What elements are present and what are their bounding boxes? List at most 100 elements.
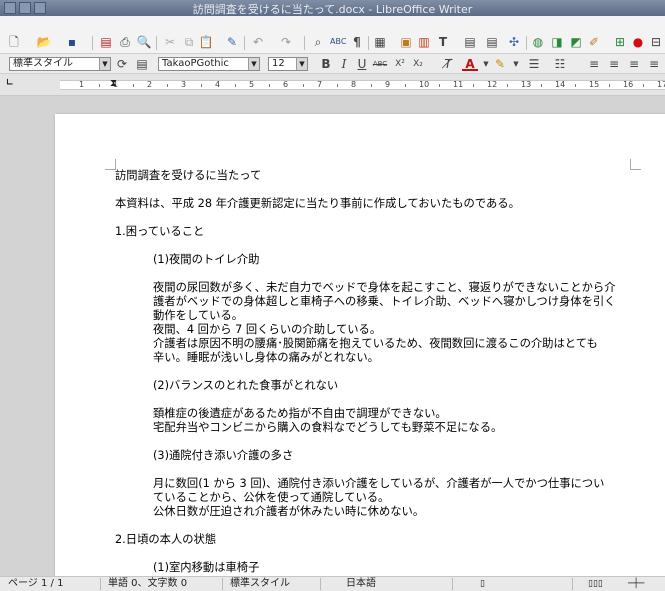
paragraph[interactable]: (2)バランスのとれた食事がとれない — [115, 379, 635, 393]
draw-functions-icon[interactable]: ✐ — [586, 34, 602, 50]
chevron-down-icon[interactable]: ▼ — [99, 58, 110, 70]
paragraph[interactable]: 夜間、4 回から 7 回くらいの介助している。 — [115, 323, 635, 337]
empty-paragraph[interactable] — [115, 239, 635, 253]
paragraph[interactable]: 介護者は原因不明の腰痛･股関節痛を抱えているため、夜間数回に渡るこの介助はとても — [115, 337, 635, 351]
macro-icon[interactable]: ⊞ — [612, 34, 628, 50]
empty-paragraph[interactable] — [115, 393, 635, 407]
ruler-number: 12 — [487, 80, 498, 89]
justify-icon[interactable]: ≡ — [646, 56, 662, 72]
empty-paragraph[interactable] — [115, 183, 635, 197]
word-count[interactable]: 単語 0、文字数 0 — [108, 577, 187, 591]
paragraph[interactable]: 頚椎症の後遺症があるため指が不自由で調理ができない。 — [115, 407, 635, 421]
insert-field-icon[interactable]: ▤ — [462, 34, 478, 50]
more-tools-icon[interactable]: ⊟ — [648, 34, 664, 50]
hyperlink-icon[interactable]: ◍ — [530, 34, 546, 50]
empty-paragraph[interactable] — [115, 547, 635, 561]
empty-paragraph[interactable] — [115, 463, 635, 477]
page-count[interactable]: ページ 1 / 1 — [8, 577, 63, 591]
ruler-number: 16 — [623, 80, 634, 89]
align-left-icon[interactable]: ≡ — [586, 56, 602, 72]
export-pdf-icon[interactable]: ▤ — [98, 34, 114, 50]
document-page[interactable]: 訪問調査を受けるに当たって 本資料は、平成 28 年介護更新認定に当たり事前に作成… — [55, 114, 665, 576]
italic-button[interactable]: I — [336, 56, 352, 72]
paste-icon[interactable]: 📋 — [198, 34, 214, 50]
empty-paragraph[interactable] — [115, 365, 635, 379]
table-icon[interactable]: ▦ — [372, 34, 388, 50]
subscript-icon[interactable]: X₂ — [410, 56, 426, 72]
horizontal-ruler[interactable]: ∟ 1 1 2 3 4 5 6 7 8 9 10 11 12 13 14 15 16 17 ⧗ — [0, 74, 665, 96]
highlight-icon[interactable]: ✎ — [492, 56, 508, 72]
chevron-down-icon[interactable]: ▼ — [508, 56, 524, 72]
font-color-button[interactable]: A — [462, 56, 478, 71]
empty-paragraph[interactable] — [115, 267, 635, 281]
paragraph[interactable]: 護者がベッドでの身体超しと車椅子への移乗、トイレ介助、ベッドへ寝かしつけ身体を引… — [115, 295, 635, 309]
paragraph[interactable]: 2.日頃の本人の状態 — [115, 533, 635, 547]
view-layout-icon[interactable]: ▯▯▯ — [588, 577, 603, 591]
numbered-list-icon[interactable]: ☷ — [552, 56, 568, 72]
open-icon[interactable]: 📂 — [36, 34, 52, 50]
empty-paragraph[interactable] — [115, 519, 635, 533]
print-preview-icon[interactable]: 🔍 — [136, 34, 152, 50]
track-changes-icon[interactable]: ◩ — [568, 34, 584, 50]
paragraph[interactable]: 夜間の尿回数が多く、未だ自力でベッドで身体を起こすこと、寝返りができないことから… — [115, 281, 635, 295]
underline-button[interactable]: U — [354, 56, 370, 72]
ruler-number: 7 — [317, 80, 323, 89]
formatting-marks-icon[interactable]: ¶ — [349, 34, 365, 50]
chevron-down-icon[interactable]: ▼ — [296, 58, 307, 70]
language[interactable]: 日本語 — [346, 577, 376, 591]
find-replace-icon[interactable]: ⌕ — [310, 34, 326, 50]
paragraph[interactable]: 宅配弁当やコンビニから購入の食料なでどうしても野菜不足になる。 — [115, 421, 635, 435]
cut-icon[interactable]: ✂ — [162, 34, 178, 50]
empty-paragraph[interactable] — [115, 435, 635, 449]
document-modified-icon[interactable]: ▯ — [480, 577, 485, 591]
paragraph-style-select[interactable]: 標準スタイル ▼ — [9, 57, 111, 71]
strikethrough-button[interactable]: ABC — [372, 56, 388, 72]
navigator-icon[interactable]: ✣ — [506, 34, 522, 50]
indent-marker-icon[interactable]: ⧗ — [110, 78, 117, 89]
paragraph[interactable]: 月に数回(1 から 3 回)、通院付き添い介護をしているが、介護者が一人でかつ仕… — [115, 477, 635, 491]
clear-formatting-icon[interactable]: T̸ — [440, 56, 456, 72]
paragraph[interactable]: 辛い。睡眠が浅いし身体の痛みがとれない。 — [115, 351, 635, 365]
tab-stop-icon[interactable]: ∟ — [6, 78, 14, 88]
paragraph[interactable]: 公休日数が圧迫され介護者が休みたい時に休めない。 — [115, 505, 635, 519]
align-right-icon[interactable]: ≡ — [626, 56, 642, 72]
textbox-icon[interactable]: T — [435, 34, 451, 50]
paragraph[interactable]: 訪問調査を受けるに当たって — [115, 169, 635, 183]
record-icon[interactable]: ● — [630, 34, 646, 50]
footnote-icon[interactable]: ▤ — [484, 34, 500, 50]
empty-paragraph[interactable] — [115, 211, 635, 225]
align-center-icon[interactable]: ≡ — [606, 56, 622, 72]
new-style-icon[interactable]: ▤ — [134, 56, 150, 72]
ruler-number: 13 — [521, 80, 532, 89]
superscript-icon[interactable]: X² — [392, 56, 408, 72]
spelling-icon[interactable]: ABC — [330, 34, 346, 50]
bullet-list-icon[interactable]: ☰ — [526, 56, 542, 72]
ruler-number: 1 — [79, 80, 85, 89]
font-name-select[interactable]: TakaoPGothic ▼ — [158, 57, 260, 71]
chevron-down-icon[interactable]: ▼ — [248, 58, 259, 70]
paragraph[interactable]: (1)室内移動は車椅子 — [115, 561, 635, 575]
new-icon[interactable]: 🗋 — [6, 34, 22, 50]
save-icon[interactable]: ▪ — [64, 34, 80, 50]
update-style-icon[interactable]: ⟳ — [114, 56, 130, 72]
copy-icon[interactable]: ⧉ — [181, 34, 197, 50]
comment-icon[interactable]: ◨ — [549, 34, 565, 50]
paragraph[interactable]: (1)夜間のトイレ介助 — [115, 253, 635, 267]
image-icon[interactable]: ▣ — [398, 34, 414, 50]
paragraph[interactable]: ていることから、公休を使って通院している。 — [115, 491, 635, 505]
page-style[interactable]: 標準スタイル — [230, 577, 290, 591]
redo-icon[interactable]: ↷ — [278, 34, 294, 50]
print-icon[interactable]: ⎙ — [117, 34, 133, 50]
bold-button[interactable]: B — [318, 56, 334, 72]
paragraph[interactable]: 動作をしている。 — [115, 309, 635, 323]
document-body[interactable]: 訪問調査を受けるに当たって 本資料は、平成 28 年介護更新認定に当たり事前に作成… — [115, 169, 635, 575]
zoom-slider[interactable]: ─┼─ — [628, 577, 644, 591]
chart-icon[interactable]: ▥ — [416, 34, 432, 50]
undo-icon[interactable]: ↶ — [250, 34, 266, 50]
clone-format-icon[interactable]: ✎ — [224, 34, 240, 50]
document-workspace[interactable]: 訪問調査を受けるに当たって 本資料は、平成 28 年介護更新認定に当たり事前に作成… — [0, 96, 665, 576]
paragraph[interactable]: 本資料は、平成 28 年介護更新認定に当たり事前に作成しておいたものである。 — [115, 197, 635, 211]
paragraph[interactable]: (3)通院付き添い介護の多さ — [115, 449, 635, 463]
paragraph[interactable]: 1.困っていること — [115, 225, 635, 239]
font-size-select[interactable]: 12 ▼ — [268, 57, 308, 71]
